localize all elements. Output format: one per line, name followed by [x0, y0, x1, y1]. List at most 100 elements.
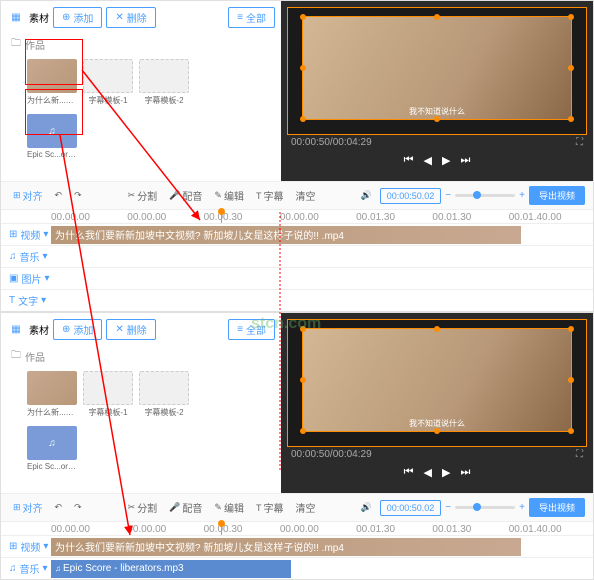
delete-button[interactable]: ✕删除 — [106, 319, 155, 340]
image-track[interactable]: ▣图片▾ — [1, 267, 593, 289]
next-button[interactable]: ⏭ — [460, 466, 470, 479]
split-tool[interactable]: ✂ 分割 — [124, 498, 162, 517]
preview-frame[interactable]: 我不知道说什么 — [302, 16, 572, 120]
clear-tool[interactable]: 清空 — [291, 186, 319, 205]
zoom-slider[interactable] — [455, 194, 515, 197]
sound-icon[interactable]: 🔊 — [357, 500, 376, 515]
preview-canvas[interactable]: 我不知道说什么 — [287, 7, 587, 135]
play-button[interactable]: ▶ — [442, 154, 450, 167]
fullscreen-icon[interactable]: ⛶ — [576, 449, 583, 460]
folder-icon: 🗀 — [11, 348, 21, 365]
time-display[interactable]: 00:00:50.02 — [380, 500, 442, 516]
preview-subtitle: 我不知道说什么 — [303, 418, 571, 429]
split-tool[interactable]: ✂ 分割 — [124, 186, 162, 205]
plus-icon[interactable]: ⊞ — [9, 541, 17, 552]
clear-tool[interactable]: 清空 — [291, 498, 319, 517]
zoom-out-icon[interactable]: − — [445, 502, 451, 513]
media-item-subtitle1[interactable]: 字幕模板-1 — [83, 371, 133, 418]
playhead[interactable] — [221, 522, 222, 535]
export-button[interactable]: 导出视频 — [529, 186, 585, 205]
zoom-in-icon[interactable]: + — [519, 190, 525, 201]
delete-icon: ✕ — [115, 12, 123, 23]
text-track[interactable]: T文字▾ — [1, 289, 593, 311]
image-icon: ▣ — [9, 273, 18, 284]
next-button[interactable]: ⏭ — [460, 154, 470, 167]
playhead[interactable] — [221, 210, 222, 223]
sound-icon[interactable]: 🔊 — [357, 188, 376, 203]
add-button[interactable]: ⊕添加 — [53, 7, 102, 28]
audio-track[interactable]: ♫音乐▾ ♫ Epic Score - liberators.mp3 — [1, 557, 593, 579]
material-tab-icon[interactable]: ▦ — [7, 321, 25, 339]
record-tool[interactable]: 🎤 配音 — [165, 186, 206, 205]
edit-tool[interactable]: ✎ 编辑 — [210, 186, 248, 205]
folder-row[interactable]: 🗀作品 — [7, 346, 275, 367]
prev-button[interactable]: ⏮ — [404, 466, 414, 479]
subtitle-thumb — [83, 59, 133, 93]
media-item-video[interactable]: 为什么新...mp4 — [27, 371, 77, 418]
chevron-down-icon[interactable]: ▾ — [43, 541, 48, 552]
chevron-down-icon[interactable]: ▾ — [44, 273, 49, 284]
record-tool[interactable]: 🎤 配音 — [165, 498, 206, 517]
add-icon: ⊕ — [62, 324, 70, 335]
play-button[interactable]: ▶ — [442, 466, 450, 479]
caption-tool[interactable]: T 字幕 — [252, 498, 288, 517]
time-current: 00:00:50/00:04:29 — [291, 449, 372, 460]
media-item-subtitle2[interactable]: 字幕模板-2 — [139, 371, 189, 418]
align-tool[interactable]: ⊞ 对齐 — [9, 498, 47, 517]
material-tab-label[interactable]: 素材 — [29, 10, 49, 25]
preview-frame[interactable]: 我不知道说什么 — [302, 328, 572, 432]
timeline-ruler[interactable]: 00.00.0000.00.0000.00.3000.00.0000.01.30… — [1, 209, 593, 223]
media-panel: ▦ 素材 ⊕添加 ✕删除 ≡全部 🗀作品 为什么新...mp4 字幕模板-1 字… — [1, 313, 281, 493]
media-panel: ▦ 素材 ⊕添加 ✕删除 ≡全部 🗀作品 为什么新...mp4 字幕模板-1 字… — [1, 1, 281, 181]
prev-button[interactable]: ⏮ — [404, 154, 414, 167]
preview-panel: 我不知道说什么 00:00:50/00:04:29 ⛶ ⏮ ◀ ▶ ⏭ — [281, 313, 593, 493]
music-icon: ♫ — [9, 563, 17, 574]
all-button[interactable]: ≡全部 — [228, 7, 275, 28]
zoom-in-icon[interactable]: + — [519, 502, 525, 513]
plus-icon[interactable]: ⊞ — [9, 229, 17, 240]
menu-icon: ≡ — [237, 324, 243, 335]
media-item-video[interactable]: 为什么新...mp4 — [27, 59, 77, 106]
chevron-down-icon[interactable]: ▾ — [43, 251, 48, 262]
rewind-button[interactable]: ◀ — [424, 466, 432, 479]
media-item-subtitle2[interactable]: 字幕模板-2 — [139, 59, 189, 106]
menu-icon: ≡ — [237, 12, 243, 23]
audio-clip[interactable]: ♫ Epic Score - liberators.mp3 — [51, 560, 291, 578]
timeline-ruler[interactable]: 00.00.0000.00.0000.00.3000.00.0000.01.30… — [1, 521, 593, 535]
all-button[interactable]: ≡全部 — [228, 319, 275, 340]
preview-canvas[interactable]: 我不知道说什么 — [287, 319, 587, 447]
subtitle-thumb — [139, 59, 189, 93]
material-tab-icon[interactable]: ▦ — [7, 9, 25, 27]
video-track[interactable]: ⊞视频▾ 为什么我们要新新加坡中文视频? 新加坡儿女是这样子说的!! .mp4 — [1, 535, 593, 557]
edit-tool[interactable]: ✎ 编辑 — [210, 498, 248, 517]
redo-button[interactable]: ↷ — [70, 188, 86, 203]
fullscreen-icon[interactable]: ⛶ — [576, 137, 583, 148]
media-item-audio[interactable]: ♫Epic Sc...ors.mp3 — [27, 426, 77, 471]
preview-panel: 我不知道说什么 00:00:50/00:04:29⛶ ⏮ ◀ ▶ ⏭ — [281, 1, 593, 181]
video-clip[interactable]: 为什么我们要新新加坡中文视频? 新加坡儿女是这样子说的!! .mp4 — [51, 538, 521, 556]
undo-button[interactable]: ↶ — [51, 500, 67, 515]
video-track[interactable]: ⊞视频▾ 为什么我们要新新加坡中文视频? 新加坡儿女是这样子说的!! .mp4 — [1, 223, 593, 245]
material-tab-label[interactable]: 素材 — [29, 322, 49, 337]
redo-button[interactable]: ↷ — [70, 500, 86, 515]
chevron-down-icon[interactable]: ▾ — [43, 563, 48, 574]
folder-icon: 🗀 — [11, 36, 21, 53]
add-button[interactable]: ⊕添加 — [53, 319, 102, 340]
time-display[interactable]: 00:00:50.02 — [380, 188, 442, 204]
zoom-out-icon[interactable]: − — [445, 190, 451, 201]
zoom-slider[interactable] — [455, 506, 515, 509]
undo-button[interactable]: ↶ — [51, 188, 67, 203]
audio-track[interactable]: ♫音乐▾ — [1, 245, 593, 267]
delete-icon: ✕ — [115, 324, 123, 335]
rewind-button[interactable]: ◀ — [424, 154, 432, 167]
chevron-down-icon[interactable]: ▾ — [43, 229, 48, 240]
caption-tool[interactable]: T 字幕 — [252, 186, 288, 205]
export-button[interactable]: 导出视频 — [529, 498, 585, 517]
align-tool[interactable]: ⊞ 对齐 — [9, 186, 47, 205]
folder-row[interactable]: 🗀作品 — [7, 34, 275, 55]
media-item-audio[interactable]: ♫Epic Sc...ors.mp3 — [27, 114, 77, 159]
video-clip[interactable]: 为什么我们要新新加坡中文视频? 新加坡儿女是这样子说的!! .mp4 — [51, 226, 521, 244]
delete-button[interactable]: ✕删除 — [106, 7, 155, 28]
media-item-subtitle1[interactable]: 字幕模板-1 — [83, 59, 133, 106]
chevron-down-icon[interactable]: ▾ — [41, 295, 46, 306]
